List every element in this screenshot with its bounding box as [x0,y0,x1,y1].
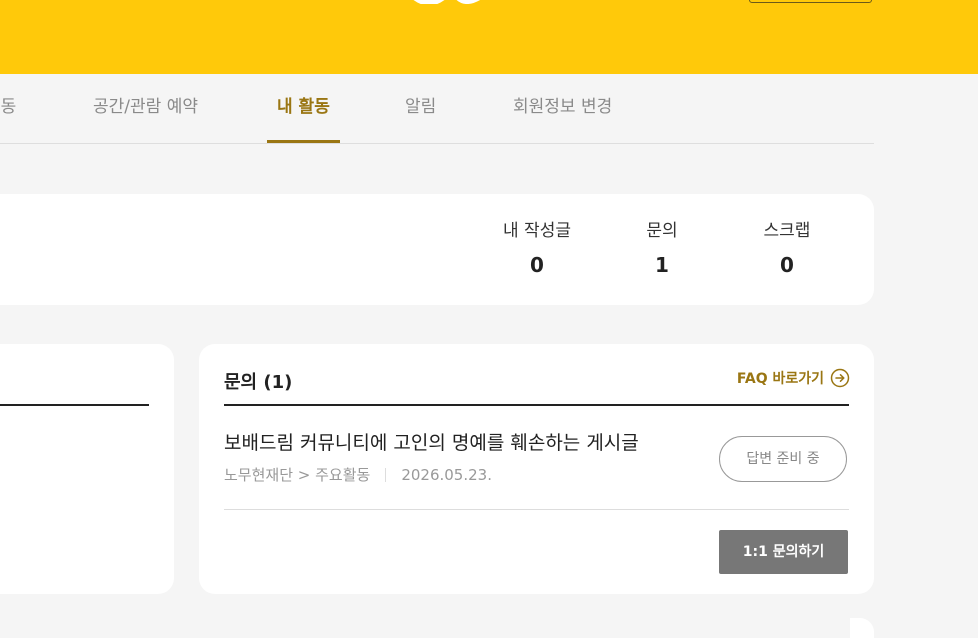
left-panel-card [0,344,174,594]
top-banner [0,0,978,74]
meta-separator [385,467,387,482]
stat-value: 0 [530,253,544,277]
stat-value: 0 [780,253,794,277]
stat-value: 1 [655,253,669,277]
tab-my-activity[interactable]: 내 활동 [267,74,340,143]
inquiry-category: 노무현재단 > 주요활동 [224,466,371,484]
inquiry-card: 문의 (1) FAQ 바로가기 보배드림 커뮤니티에 고인의 명예를 훼손하는 … [199,344,874,594]
inquiry-section-title: 문의 (1) [224,372,293,393]
inquiry-date: 2026.05.23. [401,465,492,484]
stat-my-posts[interactable]: 내 작성글 0 [477,216,597,277]
faq-link[interactable]: FAQ 바로가기 [737,368,850,388]
stat-scraps[interactable]: 스크랩 0 [727,216,847,277]
inquiry-item-meta: 노무현재단 > 주요활동 2026.05.23. [224,464,492,485]
header-button[interactable] [749,0,872,3]
tab-member-info[interactable]: 회원정보 변경 [513,74,612,143]
arrow-right-circle-icon [830,368,850,388]
stat-inquiries[interactable]: 문의 1 [602,216,722,277]
stat-label: 내 작성글 [503,221,571,241]
stat-label: 문의 [646,221,678,241]
tab-space-reservation[interactable]: 공간/관람 예약 [93,74,198,143]
inquiry-item-title[interactable]: 보배드림 커뮤니티에 고인의 명예를 훼손하는 게시글 [224,428,639,455]
next-card-edge [850,618,874,638]
status-badge: 답변 준비 중 [719,436,847,482]
tab-notifications[interactable]: 알림 [405,74,436,143]
ask-inquiry-button[interactable]: 1:1 문의하기 [719,530,848,574]
section-divider [224,404,849,406]
tab-activity[interactable]: 활동 [0,74,16,143]
logo-fragment [413,0,481,4]
stat-label: 스크랩 [763,221,811,241]
section-divider [0,404,149,406]
activity-stats-card: 내 작성글 0 문의 1 스크랩 0 [0,194,874,305]
faq-link-label: FAQ 바로가기 [736,371,824,387]
item-divider [224,509,849,510]
mypage-nav: 활동 공간/관람 예약 내 활동 알림 회원정보 변경 [0,74,874,144]
